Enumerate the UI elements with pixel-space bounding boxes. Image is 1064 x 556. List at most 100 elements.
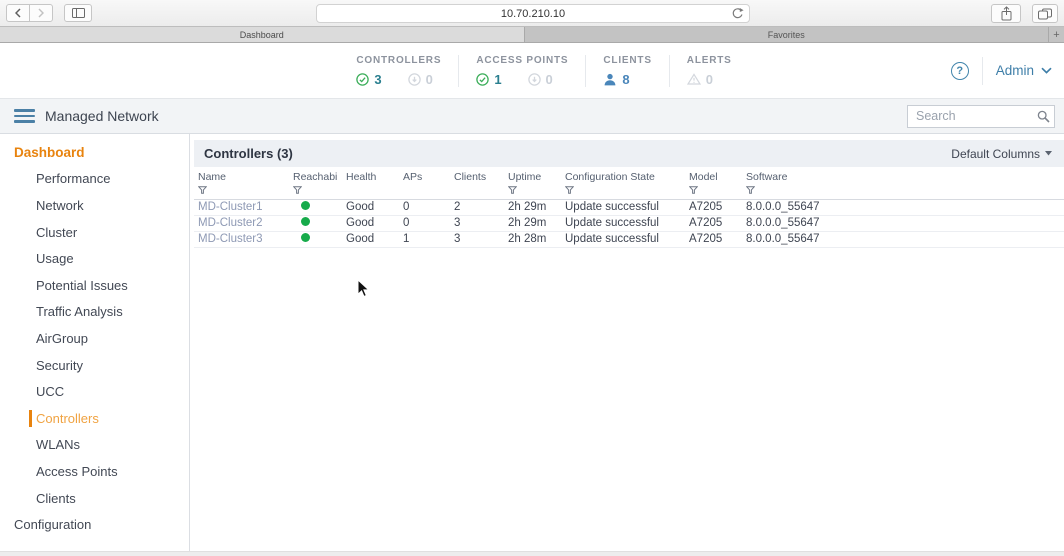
check-circle-icon [476,73,489,86]
column-header-uptime[interactable]: Uptime [504,167,561,200]
user-menu-label: Admin [996,63,1034,78]
table-row[interactable]: MD-Cluster3 Good 1 3 2h 28m Update succe… [194,232,1064,248]
mouse-cursor [357,279,370,303]
url-text: 10.70.210.10 [501,8,565,20]
column-header-model[interactable]: Model [685,167,742,200]
panel-title: Controllers (3) [194,146,293,161]
hamburger-menu-icon[interactable] [14,109,35,123]
model-cell: A7205 [685,216,742,232]
sidebar-item-airgroup[interactable]: AirGroup [0,325,189,352]
person-icon [603,73,617,86]
down-circle-icon [408,73,421,86]
tab-label: Dashboard [240,30,284,40]
back-button[interactable] [6,4,30,22]
column-header-aps[interactable]: APs [399,167,450,200]
aps-cell: 1 [399,232,450,248]
clients-cell: 3 [450,232,504,248]
filter-icon[interactable] [198,186,207,194]
column-header-health[interactable]: Health [342,167,399,200]
sidebar-item-security[interactable]: Security [0,352,189,379]
new-tab-button[interactable]: + [1048,27,1064,42]
uptime-cell: 2h 29m [504,216,561,232]
stat-clients[interactable]: CLIENTS 8 [585,55,668,87]
help-button[interactable]: ? [951,62,969,80]
model-cell: A7205 [685,232,742,248]
controller-name-link[interactable]: MD-Cluster1 [194,200,289,216]
aps-up-count: 1 [494,72,501,87]
health-cell: Good [342,200,399,216]
sidebar-item-cluster[interactable]: Cluster [0,219,189,246]
tab-label: Favorites [768,30,805,40]
sidebar-item-clients[interactable]: Clients [0,485,189,512]
sidebar-item-usage[interactable]: Usage [0,245,189,272]
column-header-name[interactable]: Name [194,167,289,200]
status-up-dot [301,233,310,242]
forward-button[interactable] [29,4,53,22]
controller-name-link[interactable]: MD-Cluster2 [194,216,289,232]
sidebar-item-label: Configuration [14,517,91,532]
filter-icon[interactable] [565,186,574,194]
sidebar-item-configuration[interactable]: Configuration [0,511,189,538]
address-bar[interactable]: 10.70.210.10 [316,4,750,23]
column-header-clients[interactable]: Clients [450,167,504,200]
share-icon [1000,6,1013,21]
stat-alerts[interactable]: ALERTS 0 [669,55,749,87]
filter-icon[interactable] [293,186,302,194]
reload-icon [731,7,744,20]
column-header-configuration-state[interactable]: Configuration State [561,167,685,200]
check-circle-icon [356,73,369,86]
search-input[interactable] [907,105,1055,128]
status-up-dot [301,201,310,210]
stat-controllers[interactable]: CONTROLLERS 3 0 [339,55,458,87]
filter-icon[interactable] [689,186,698,194]
model-cell: A7205 [685,200,742,216]
share-button[interactable] [991,4,1021,23]
search-box [907,105,1055,128]
sidebar-item-ucc[interactable]: UCC [0,378,189,405]
sidebar-item-network[interactable]: Network [0,192,189,219]
sidebar-item-wlans[interactable]: WLANs [0,432,189,459]
sidebar-item-label: Performance [36,171,110,186]
sidebar-item-controllers[interactable]: Controllers [0,405,189,432]
warning-triangle-icon [687,73,701,85]
sidebar-item-traffic-analysis[interactable]: Traffic Analysis [0,299,189,326]
sidebar-item-dashboard[interactable]: Dashboard [0,139,189,166]
software-cell: 8.0.0.0_55647 [742,200,1064,216]
down-circle-icon [528,73,541,86]
sidebar-item-potential-issues[interactable]: Potential Issues [0,272,189,299]
sidebar-item-performance[interactable]: Performance [0,166,189,193]
reload-button[interactable] [731,7,744,23]
config-state-cell: Update successful [561,216,685,232]
table-row[interactable]: MD-Cluster1 Good 0 2 2h 29m Update succe… [194,200,1064,216]
filter-icon[interactable] [746,186,755,194]
clients-count: 8 [622,72,629,87]
stat-access-points[interactable]: ACCESS POINTS 1 0 [458,55,585,87]
user-menu[interactable]: Admin [996,63,1052,78]
aps-cell: 0 [399,216,450,232]
tab-dashboard[interactable]: Dashboard [0,27,525,42]
sidebar-item-access-points[interactable]: Access Points [0,458,189,485]
column-header-reachability[interactable]: Reachabilit... [289,167,342,200]
column-header-software[interactable]: Software [742,167,1064,200]
main-panel: Controllers (3) Default Columns Name Rea… [190,134,1064,556]
columns-dropdown[interactable]: Default Columns [951,147,1064,161]
plus-icon: + [1053,29,1059,41]
tab-favorites[interactable]: Favorites [525,27,1049,42]
stat-label: ALERTS [687,55,732,66]
app-header: CONTROLLERS 3 0 ACCESS POINTS [0,43,1064,98]
columns-dropdown-label: Default Columns [951,147,1040,161]
network-title: Managed Network [45,108,159,124]
reachability-cell [289,200,342,216]
sidebar-item-label: WLANs [36,437,80,452]
table-row[interactable]: MD-Cluster2 Good 0 3 2h 29m Update succe… [194,216,1064,232]
filter-icon[interactable] [508,186,517,194]
controller-name-link[interactable]: MD-Cluster3 [194,232,289,248]
config-state-cell: Update successful [561,232,685,248]
sidebar-item-label: AirGroup [36,331,88,346]
sidebar-toggle-button[interactable] [64,4,92,22]
search-icon[interactable] [1037,110,1050,128]
table-header-row: Name Reachabilit... Health APs Clients U… [194,167,1064,200]
tab-overview-button[interactable] [1032,4,1058,23]
sidebar-item-label: Traffic Analysis [36,304,123,319]
uptime-cell: 2h 29m [504,200,561,216]
